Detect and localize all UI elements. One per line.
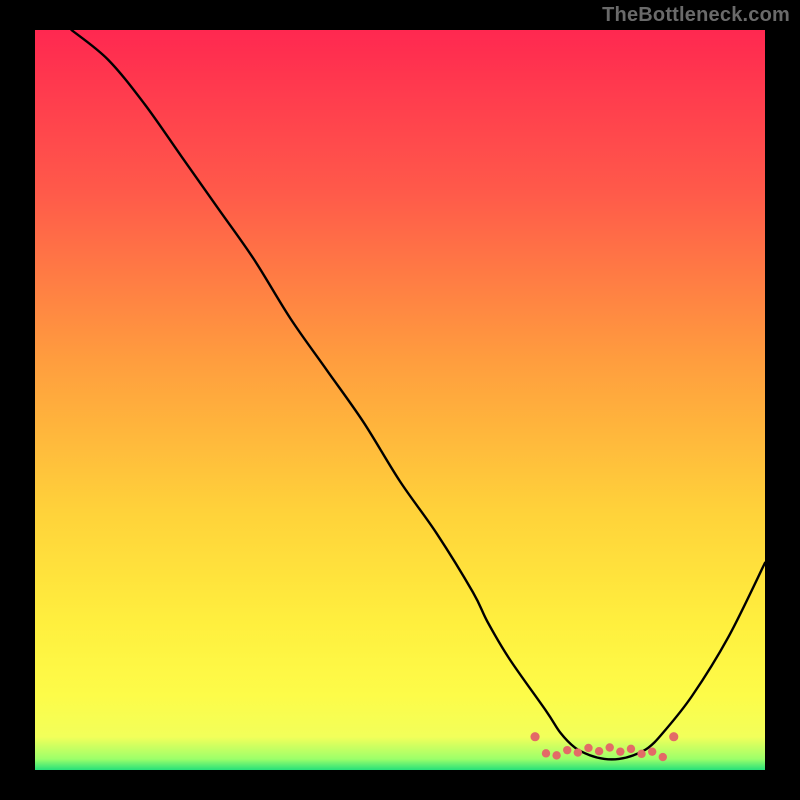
bottleneck-chart	[35, 30, 765, 770]
optimal-dot	[574, 748, 582, 756]
optimal-dot	[584, 744, 592, 752]
optimal-dot	[637, 750, 645, 758]
optimal-dot	[659, 753, 667, 761]
optimal-dot	[552, 751, 560, 759]
optimal-dot	[627, 745, 635, 753]
optimal-dot	[606, 743, 614, 751]
optimal-dot	[648, 747, 656, 755]
optimal-dot	[530, 732, 539, 741]
optimal-dot	[616, 747, 624, 755]
watermark-text: TheBottleneck.com	[602, 4, 790, 27]
optimal-dot	[595, 747, 603, 755]
chart-frame: TheBottleneck.com	[0, 0, 800, 800]
optimal-dot	[669, 732, 678, 741]
plot-background	[35, 30, 765, 770]
optimal-dot	[542, 749, 550, 757]
optimal-dot	[563, 746, 571, 754]
